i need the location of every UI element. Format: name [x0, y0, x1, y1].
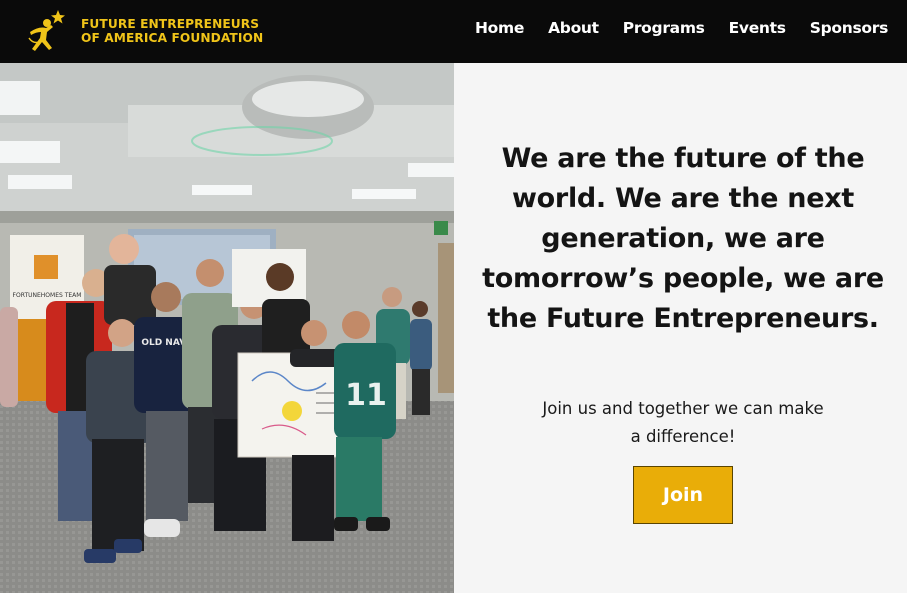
- nav-link-sponsors[interactable]: Sponsors: [810, 19, 889, 37]
- nav-link-home[interactable]: Home: [475, 19, 524, 37]
- banner-text: FORTUNEHOMES TEAM: [13, 292, 82, 299]
- group-photo-illustration: FORTUNEHOMES TEAM OLD NAVY 11: [0, 63, 454, 593]
- hero-group-photo: FORTUNEHOMES TEAM OLD NAVY 11: [0, 63, 454, 593]
- hero-headline: We are the future of the world. We are t…: [482, 143, 884, 334]
- organization-name-line-2: OF AMERICA FOUNDATION: [81, 31, 264, 45]
- nav-link-programs[interactable]: Programs: [623, 19, 705, 37]
- jersey-number: 11: [345, 378, 387, 413]
- join-button[interactable]: Join: [633, 466, 733, 524]
- main-navigation: Home About Programs Events Sponsors: [475, 19, 888, 37]
- organization-name-line-1: FUTURE ENTREPRENEURS: [81, 17, 260, 31]
- navbar: FUTURE ENTREPRENEURS OF AMERICA FOUNDATI…: [0, 0, 907, 63]
- organization-name[interactable]: FUTURE ENTREPRENEURS OF AMERICA FOUNDATI…: [81, 17, 263, 45]
- running-star-figure-icon[interactable]: [27, 8, 67, 54]
- hero-content: We are the future of the world. We are t…: [454, 63, 907, 593]
- hero-subtext: Join us and together we can make a diffe…: [542, 399, 824, 446]
- nav-link-events[interactable]: Events: [729, 19, 786, 37]
- nav-link-about[interactable]: About: [548, 19, 599, 37]
